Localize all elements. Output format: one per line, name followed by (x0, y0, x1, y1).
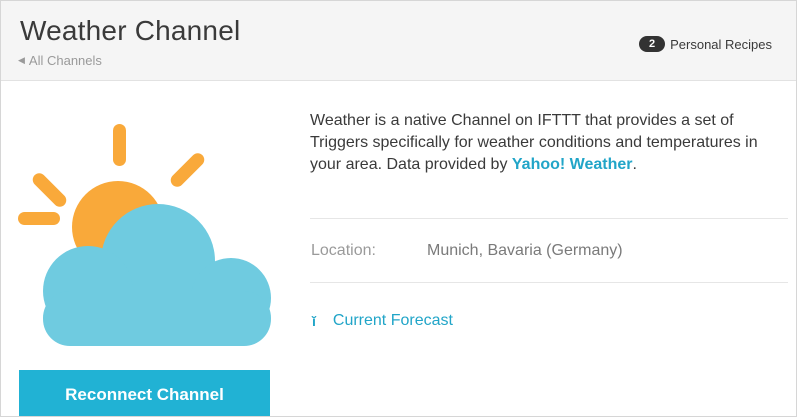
sun-ray (18, 212, 60, 225)
current-forecast-link[interactable]: ĭ Current Forecast (312, 312, 453, 330)
all-channels-link[interactable]: ◀ All Channels (18, 53, 102, 68)
chevron-left-icon: ◀ (18, 55, 25, 65)
personal-recipes-link[interactable]: 2 Personal Recipes (639, 36, 772, 52)
sun-ray (170, 153, 205, 187)
current-forecast-label: Current Forecast (332, 312, 453, 329)
sun-ray (32, 173, 67, 207)
channel-description: Weather is a native Channel on IFTTT tha… (310, 110, 788, 176)
location-value: Munich, Bavaria (Germany) (427, 242, 623, 259)
reconnect-channel-button[interactable]: Reconnect Channel (19, 370, 270, 416)
location-label: Location: (311, 242, 376, 259)
divider (310, 218, 788, 219)
description-end: . (632, 156, 637, 173)
channel-page: Weather Channel ◀ All Channels 2 Persona… (0, 0, 797, 417)
divider (310, 282, 788, 283)
page-header: Weather Channel ◀ All Channels 2 Persona… (1, 1, 796, 81)
recipes-count-badge: 2 (639, 36, 666, 52)
sun-ray (113, 124, 126, 166)
recipes-label: Personal Recipes (670, 36, 772, 52)
sun-behind-cloud-icon (18, 124, 271, 346)
all-channels-label: All Channels (28, 53, 102, 68)
page-title: Weather Channel (20, 15, 241, 46)
yahoo-weather-link[interactable]: Yahoo! Weather (512, 156, 633, 173)
thermometer-icon: ĭ (312, 313, 316, 329)
